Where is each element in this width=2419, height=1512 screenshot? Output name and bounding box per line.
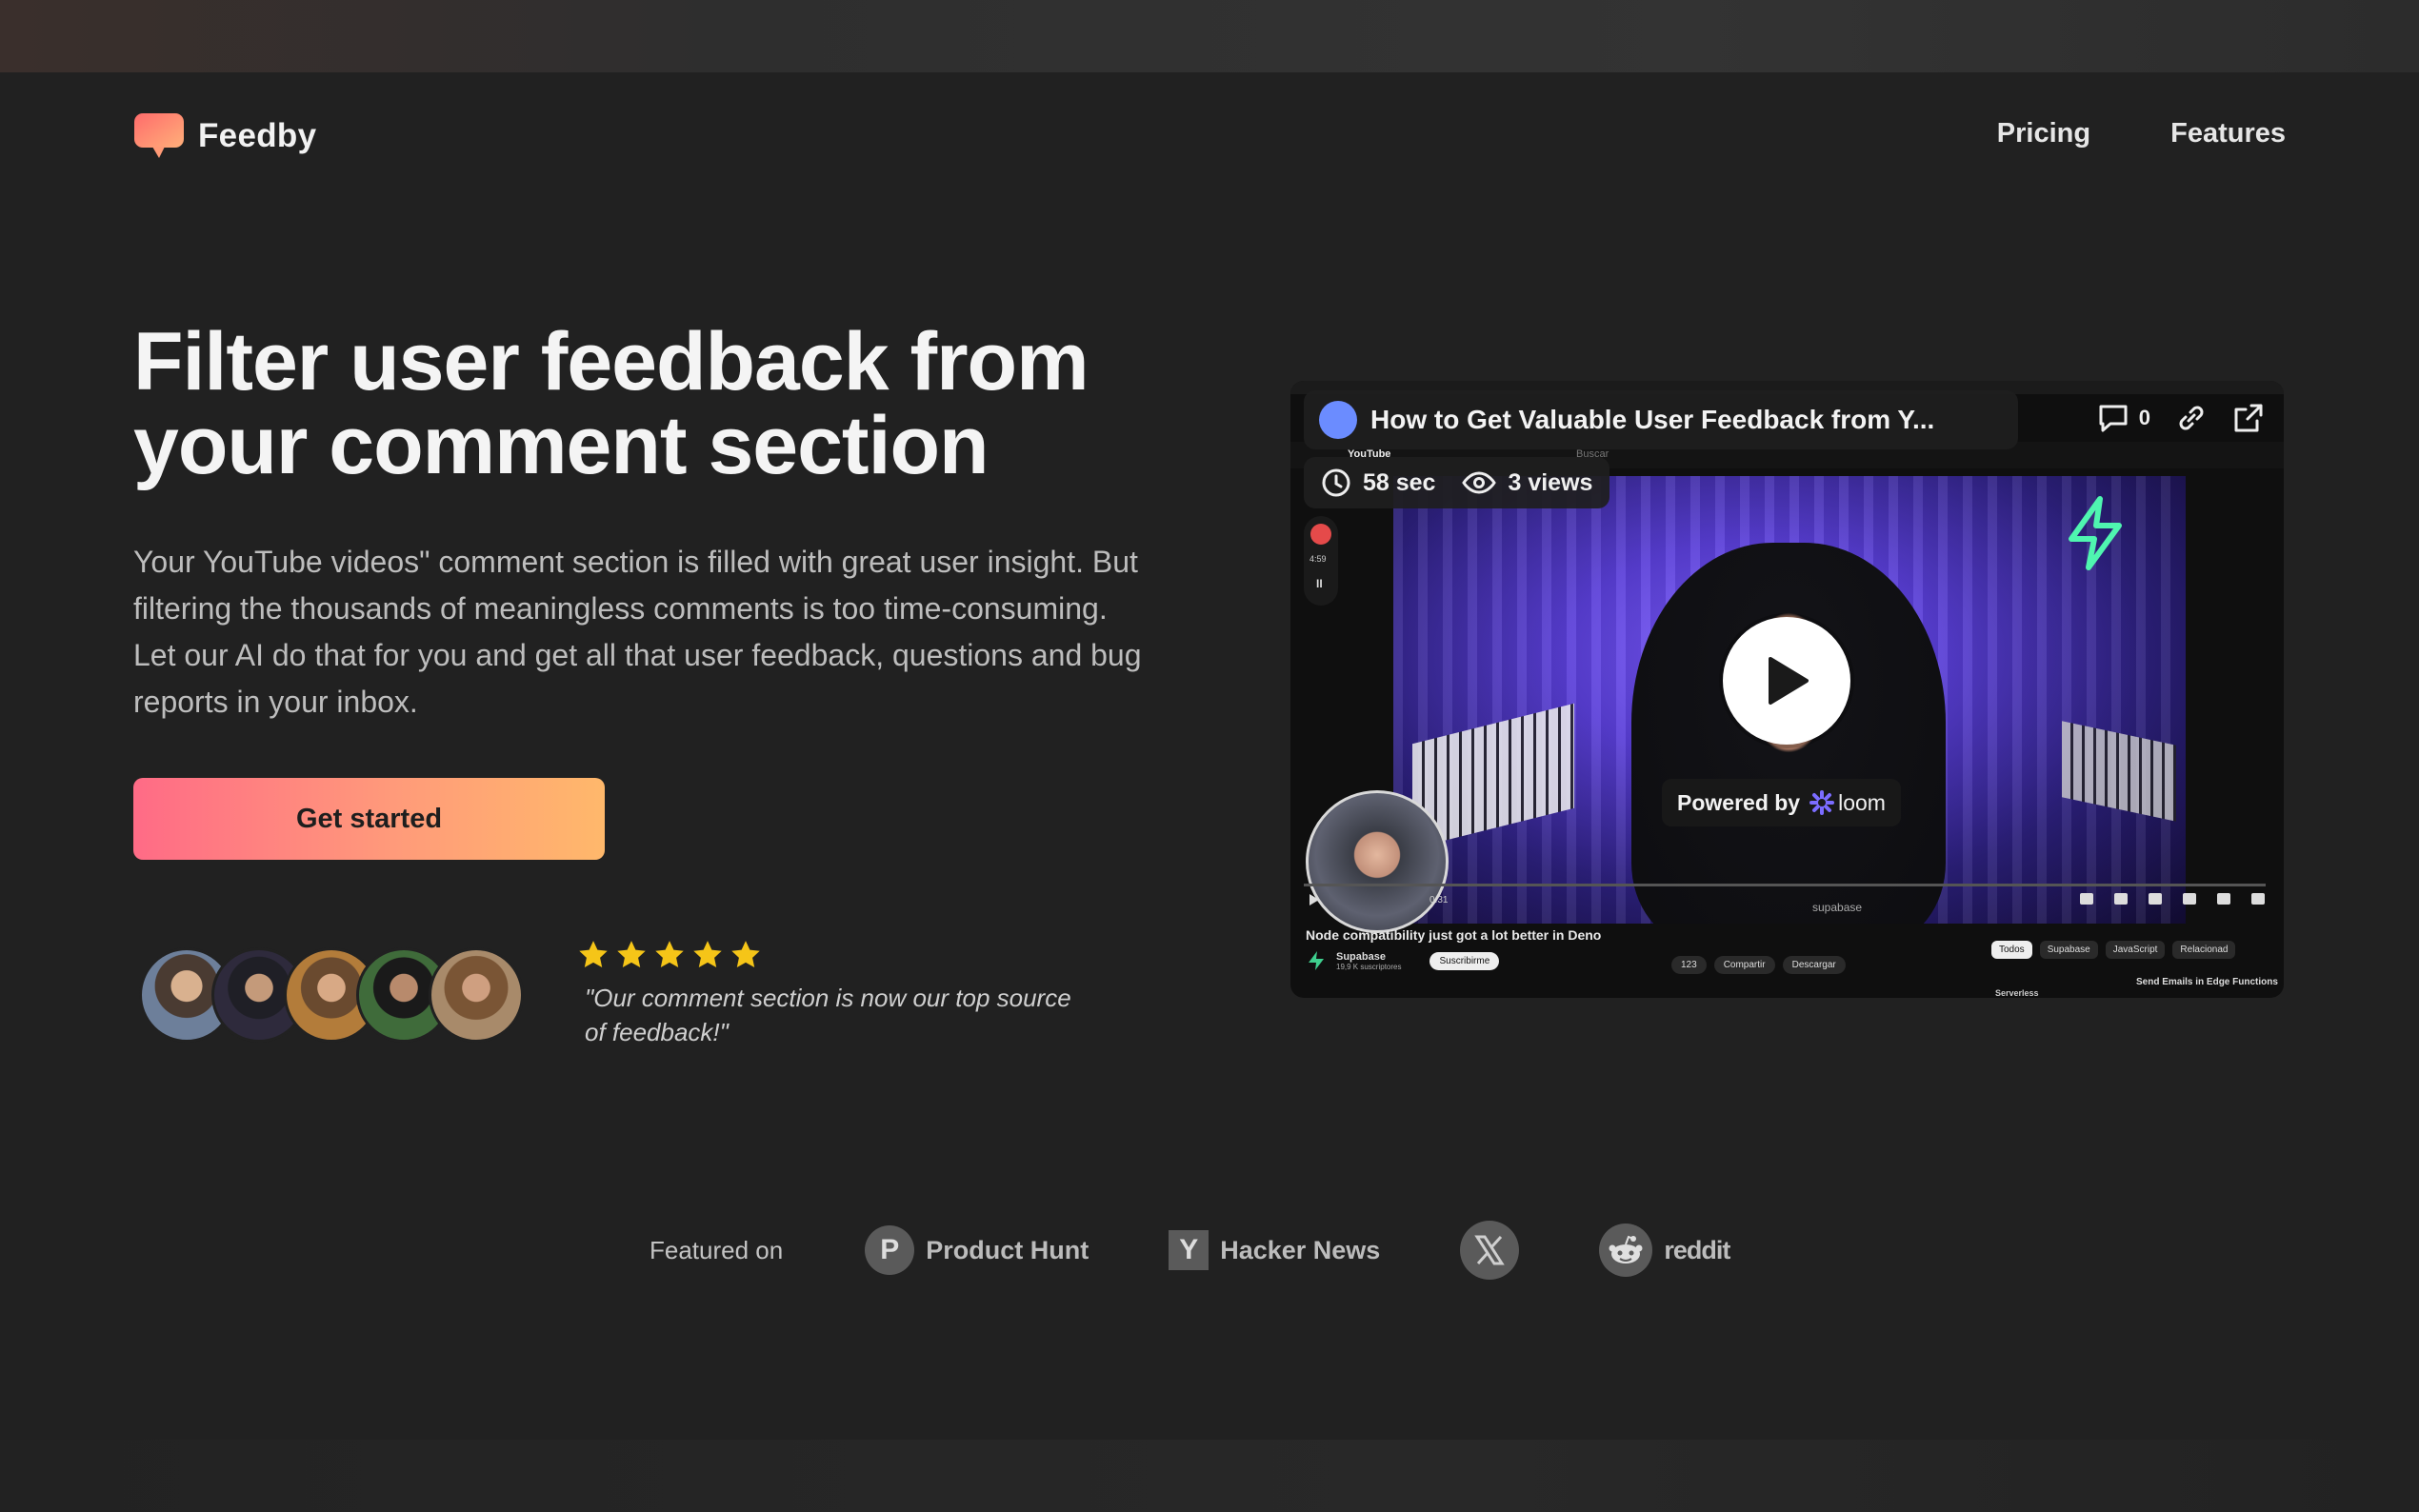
youtube-action-buttons: 123 Compartir Descargar bbox=[1671, 956, 1846, 974]
star-icon bbox=[579, 941, 608, 968]
chip: Supabase bbox=[2039, 941, 2098, 959]
share-label: Compartir bbox=[1713, 956, 1775, 974]
subscriber-count: 19,9 K suscriptores bbox=[1336, 962, 1402, 971]
external-link-icon[interactable] bbox=[2232, 402, 2265, 434]
recording-time: 4:59 bbox=[1309, 554, 1327, 564]
video-progress-bar[interactable] bbox=[1304, 884, 2266, 886]
brand-logo[interactable]: Feedby bbox=[133, 112, 316, 160]
featured-on-label: Featured on bbox=[650, 1235, 784, 1264]
loom-icon bbox=[1809, 790, 1835, 815]
powered-by-loom[interactable]: Powered by loom bbox=[1662, 779, 1901, 826]
bottom-strip bbox=[0, 1440, 2419, 1512]
video-duration: 58 sec bbox=[1363, 468, 1436, 496]
video-actions: 0 bbox=[2097, 402, 2265, 434]
hero-title: Filter user feedback from your comment s… bbox=[133, 320, 1200, 487]
loom-wordmark: loom bbox=[1838, 789, 1886, 815]
play-icon bbox=[1769, 657, 1809, 705]
related-video-title: Send Emails in Edge Functions bbox=[2136, 977, 2278, 987]
subscribe-button: Suscribirme bbox=[1429, 951, 1500, 970]
chip: Todos bbox=[1991, 941, 2032, 959]
supabase-neon-icon bbox=[2069, 496, 2122, 570]
star-icon bbox=[617, 941, 646, 968]
comment-icon bbox=[2099, 405, 2128, 432]
captions-icon bbox=[2114, 893, 2128, 905]
youtube-channel-row: Supabase 19,9 K suscriptores Suscribirme bbox=[1306, 950, 1500, 971]
reddit-icon bbox=[1599, 1224, 1653, 1277]
miniplayer-icon bbox=[2183, 893, 2196, 905]
video-views: 3 views bbox=[1508, 468, 1593, 496]
creator-avatar bbox=[1319, 401, 1357, 439]
reddit-label: reddit bbox=[1664, 1235, 1730, 1264]
x-link[interactable] bbox=[1460, 1221, 1520, 1280]
nav-features-link[interactable]: Features bbox=[2170, 118, 2286, 149]
recording-controls[interactable]: 4:59 II bbox=[1304, 516, 1338, 606]
brand-name: Feedby bbox=[198, 117, 317, 154]
video-title: How to Get Valuable User Feedback from Y… bbox=[1370, 405, 1935, 434]
comments-button[interactable]: 0 bbox=[2097, 403, 2150, 433]
testimonial-quote: "Our comment section is now our top sour… bbox=[585, 984, 1071, 1046]
youtube-chips: Todos Supabase JavaScript Relacionad bbox=[1991, 941, 2236, 959]
play-button[interactable] bbox=[1723, 617, 1850, 745]
supabase-watermark: supabase bbox=[1812, 901, 1863, 914]
like-count: 123 bbox=[1671, 956, 1707, 974]
featured-on-row: Featured on P Product Hunt Y Hacker News… bbox=[650, 1221, 1809, 1280]
hacker-news-link[interactable]: Y Hacker News bbox=[1169, 1230, 1380, 1270]
reddit-link[interactable]: reddit bbox=[1599, 1224, 1730, 1277]
five-star-rating bbox=[577, 939, 762, 971]
video-time: 0:31 bbox=[1429, 895, 1449, 905]
theater-icon bbox=[2217, 893, 2230, 905]
star-icon bbox=[693, 941, 722, 968]
yt-play-icon bbox=[1309, 894, 1319, 905]
eye-icon bbox=[1462, 471, 1497, 494]
top-nav: Pricing Features bbox=[1997, 118, 2286, 149]
youtube-video-title: Node compatibility just got a lot better… bbox=[1306, 927, 1602, 943]
nav-pricing-link[interactable]: Pricing bbox=[1997, 118, 2090, 149]
product-hunt-icon: P bbox=[865, 1225, 915, 1275]
clock-icon bbox=[1322, 468, 1350, 497]
related-video-label: Serverless bbox=[1995, 988, 2039, 998]
settings-icon bbox=[2149, 893, 2162, 905]
star-icon bbox=[731, 941, 760, 968]
powered-by-label: Powered by bbox=[1677, 789, 1801, 815]
user-avatars bbox=[139, 947, 524, 1043]
chip: Relacionad bbox=[2172, 941, 2236, 959]
get-started-button[interactable]: Get started bbox=[133, 778, 605, 860]
webcam-bubble bbox=[1306, 790, 1449, 933]
download-label: Descargar bbox=[1782, 956, 1846, 974]
channel-name: Supabase bbox=[1336, 950, 1386, 963]
x-icon bbox=[1460, 1221, 1520, 1280]
product-hunt-label: Product Hunt bbox=[926, 1235, 1090, 1264]
supabase-icon bbox=[1309, 951, 1324, 970]
hacker-news-label: Hacker News bbox=[1220, 1235, 1381, 1264]
browser-top-strip bbox=[0, 0, 2419, 72]
avatar bbox=[429, 947, 524, 1043]
youtube-player-controls bbox=[2080, 893, 2265, 905]
record-stop-icon bbox=[1310, 524, 1331, 545]
fullscreen-icon bbox=[2251, 893, 2265, 905]
chip: JavaScript bbox=[2105, 941, 2166, 959]
loom-video-embed[interactable]: YouTube Buscar supabase How to Get Valua… bbox=[1290, 381, 2284, 998]
hero-title-line-1: Filter user feedback from bbox=[133, 316, 1090, 408]
product-hunt-link[interactable]: P Product Hunt bbox=[865, 1225, 1089, 1275]
comment-count: 0 bbox=[2138, 406, 2150, 429]
pause-icon[interactable]: II bbox=[1316, 577, 1323, 590]
hero-title-line-2: your comment section bbox=[133, 400, 990, 491]
link-icon[interactable] bbox=[2175, 402, 2208, 434]
video-meta: 58 sec 3 views bbox=[1304, 457, 1610, 508]
autoplay-toggle-icon bbox=[2080, 893, 2093, 905]
chat-bubble-logo-icon bbox=[133, 112, 185, 160]
hacker-news-icon: Y bbox=[1169, 1230, 1210, 1270]
star-icon bbox=[655, 941, 684, 968]
hero-description: Your YouTube videos" comment section is … bbox=[133, 545, 1142, 719]
video-title-bar[interactable]: How to Get Valuable User Feedback from Y… bbox=[1304, 390, 2018, 449]
